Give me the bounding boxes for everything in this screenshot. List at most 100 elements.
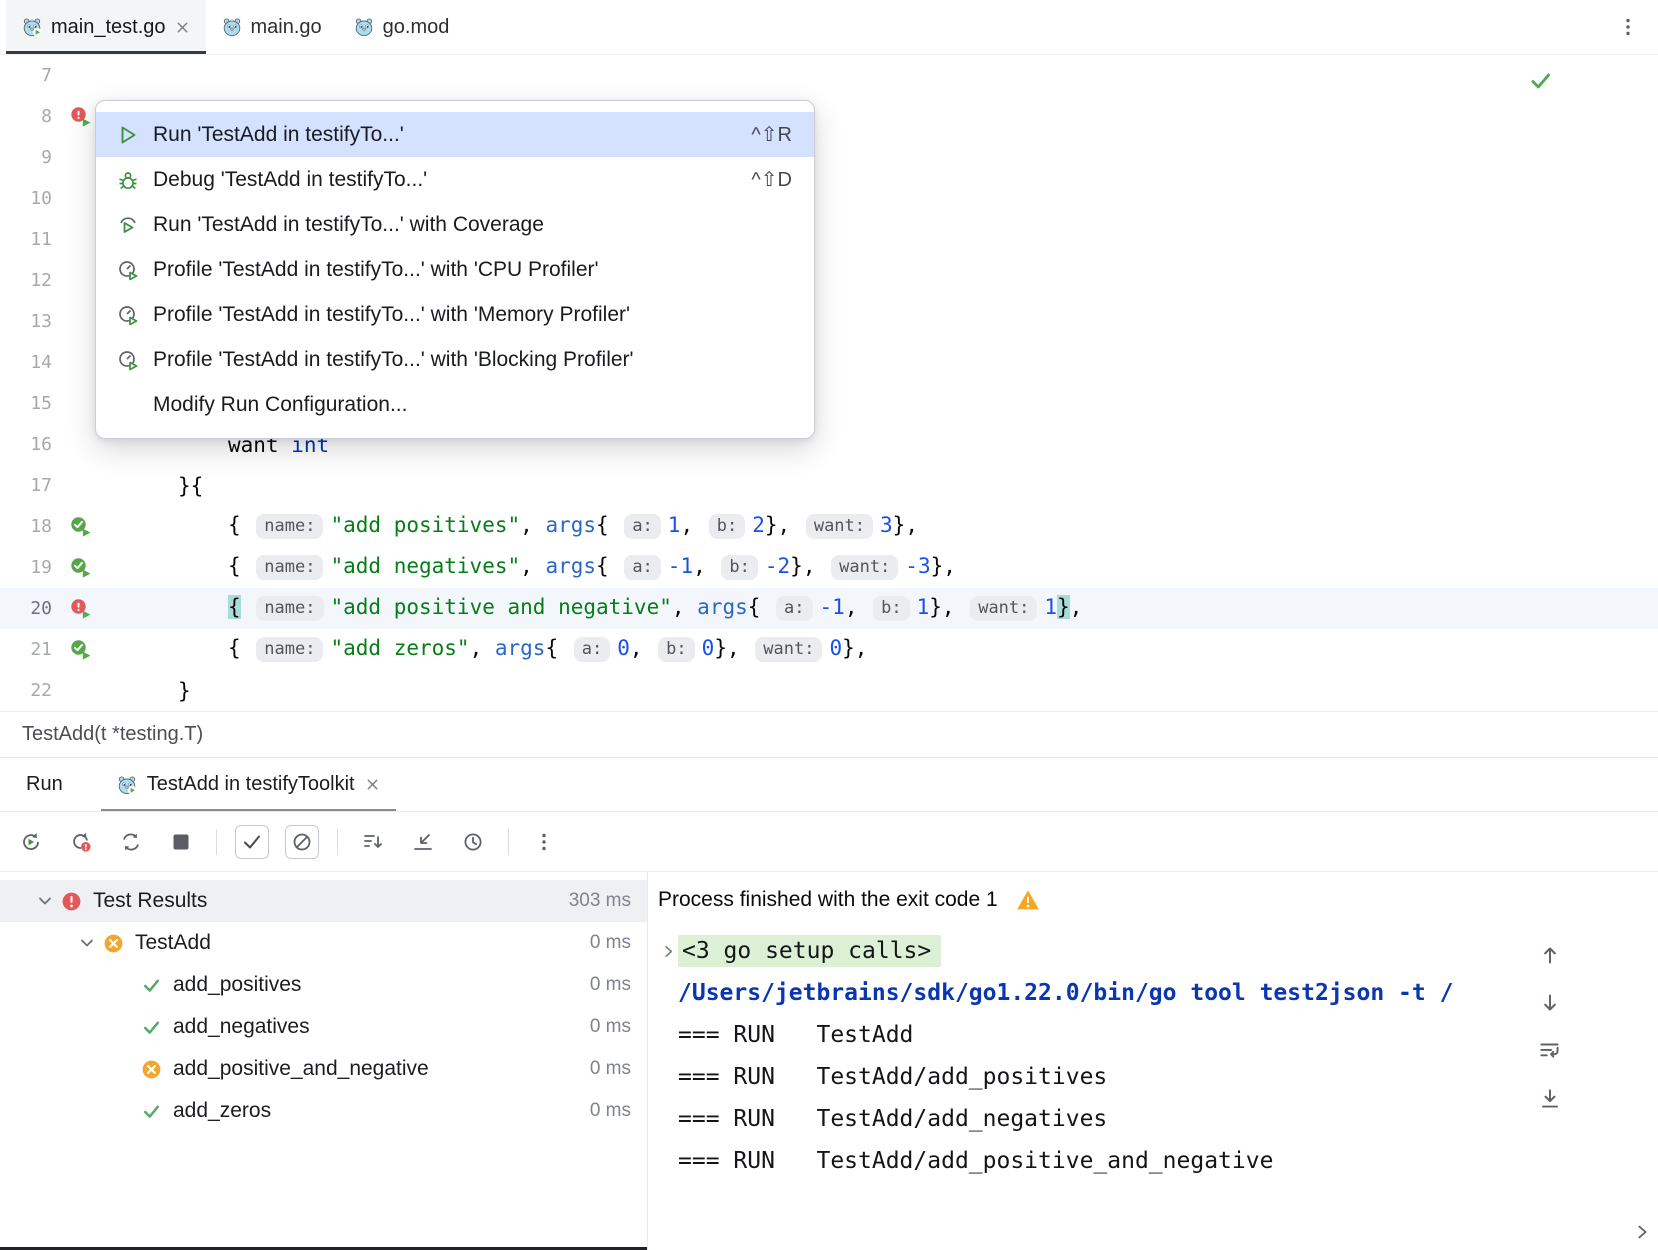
test-name: add_zeros	[173, 1099, 271, 1123]
show-passed-icon[interactable]	[235, 825, 269, 859]
code-token: want:	[970, 596, 1037, 620]
debug-icon	[116, 168, 140, 192]
test-duration: 0 ms	[590, 974, 631, 996]
breadcrumb[interactable]: TestAdd(t *testing.T)	[0, 711, 1658, 757]
chevron-down-icon[interactable]	[34, 890, 56, 912]
soft-wrap-icon[interactable]	[1537, 1038, 1563, 1064]
scroll-to-end-icon[interactable]	[1537, 1086, 1563, 1112]
test-tree-row-add_positive_and_negative[interactable]: add_positive_and_negative 0 ms	[0, 1048, 647, 1090]
code-token: {	[748, 595, 773, 619]
editor-tabs-more-icon[interactable]	[1598, 0, 1658, 54]
console-text: === RUN TestAdd/add_negatives	[678, 1106, 1107, 1132]
console-line: === RUN TestAdd/add_negatives	[658, 1098, 1658, 1140]
run-passed-icon[interactable]	[70, 557, 92, 579]
editor-line-20: 20{ name:"add positive and negative", ar…	[0, 588, 1658, 629]
menu-item-label: Profile 'TestAdd in testifyTo...' with '…	[153, 303, 630, 327]
show-ignored-icon[interactable]	[285, 825, 319, 859]
rerun-failed-icon[interactable]	[64, 825, 98, 859]
code-token: 1	[917, 595, 930, 619]
code-text: }{	[104, 474, 203, 498]
run-failed-icon[interactable]	[70, 106, 92, 128]
line-number: 7	[0, 65, 58, 86]
more-vertical-icon[interactable]	[527, 825, 561, 859]
code-token: b:	[721, 555, 757, 579]
test-duration: 0 ms	[590, 1058, 631, 1080]
inspections-ok-icon[interactable]	[1528, 68, 1554, 94]
code-token: b:	[658, 637, 694, 661]
menu-item[interactable]: Run 'TestAdd in testifyTo...' with Cover…	[96, 202, 814, 247]
console[interactable]: Process finished with the exit code 1 <3…	[648, 872, 1658, 1250]
chevron-right-icon[interactable]	[1632, 1222, 1652, 1242]
test-tree-row-Test Results[interactable]: Test Results303 ms	[0, 880, 647, 922]
menu-item-label: Modify Run Configuration...	[153, 393, 407, 417]
code-token: -2	[765, 554, 790, 578]
editor[interactable]: 78func TestAdd(t *testing.T) {9101112131…	[0, 55, 1658, 711]
go-test-file-icon	[22, 17, 42, 37]
code-token: {	[545, 636, 570, 660]
line-number: 17	[0, 475, 58, 496]
collapse-icon[interactable]	[406, 825, 440, 859]
close-tab-icon[interactable]	[365, 777, 380, 792]
code-token: {	[596, 554, 621, 578]
failed-icon	[102, 932, 124, 954]
tab-label: main_test.go	[51, 16, 166, 39]
chevron-down-icon[interactable]	[76, 932, 98, 954]
menu-item[interactable]: Run 'TestAdd in testifyTo...' ^⇧R	[96, 112, 814, 157]
console-scroll-buttons	[1537, 942, 1563, 1112]
scroll-up-icon[interactable]	[1537, 942, 1563, 968]
console-text: === RUN TestAdd	[678, 1022, 913, 1048]
history-icon[interactable]	[456, 825, 490, 859]
menu-item[interactable]: Debug 'TestAdd in testifyTo...'^⇧D	[96, 157, 814, 202]
console-text: === RUN TestAdd/add_positives	[678, 1064, 1107, 1090]
menu-item[interactable]: Profile 'TestAdd in testifyTo...' with '…	[96, 292, 814, 337]
test-tree-row-add_positives[interactable]: add_positives0 ms	[0, 964, 647, 1006]
code-token: a:	[624, 514, 660, 538]
menu-item[interactable]: Modify Run Configuration...	[96, 382, 814, 427]
fold-chevron-icon[interactable]	[658, 944, 678, 959]
menu-shortcut: ^⇧R	[751, 122, 792, 147]
run-tab[interactable]: TestAdd in testifyToolkit	[101, 758, 396, 811]
rerun-icon[interactable]	[14, 825, 48, 859]
tab-main_test.go[interactable]: main_test.go	[6, 0, 206, 54]
sort-lines-icon[interactable]	[356, 825, 390, 859]
menu-item-label: Debug 'TestAdd in testifyTo...'	[153, 168, 427, 192]
passed-icon	[140, 1016, 162, 1038]
tab-go.mod[interactable]: go.mod	[338, 0, 466, 54]
scroll-down-icon[interactable]	[1537, 990, 1563, 1016]
test-tree-row-add_negatives[interactable]: add_negatives0 ms	[0, 1006, 647, 1048]
menu-item[interactable]: Profile 'TestAdd in testifyTo...' with '…	[96, 337, 814, 382]
code-token: 3	[880, 513, 893, 537]
run-failed-icon[interactable]	[70, 598, 92, 620]
go-file-icon	[222, 17, 242, 37]
console-line: /Users/jetbrains/sdk/go1.22.0/bin/go too…	[658, 972, 1658, 1014]
run-passed-icon[interactable]	[70, 639, 92, 661]
editor-tabs: main_test.go main.gogo.mod	[6, 0, 465, 54]
toggle-auto-test-icon[interactable]	[114, 825, 148, 859]
coverage-icon	[116, 213, 140, 237]
run-toolwindow-title[interactable]: Run	[0, 758, 89, 811]
code-token: args	[545, 513, 596, 537]
code-token: args	[545, 554, 596, 578]
stop-icon[interactable]	[164, 825, 198, 859]
run-toolwindow-header: Run TestAdd in testifyToolkit	[0, 757, 1658, 812]
menu-item-label: Run 'TestAdd in testifyTo...'	[153, 123, 404, 147]
menu-item[interactable]: Profile 'TestAdd in testifyTo...' with '…	[96, 247, 814, 292]
test-name: add_positive_and_negative	[173, 1057, 429, 1081]
go-mod-icon	[354, 17, 374, 37]
run-icon	[116, 123, 140, 147]
menu-item-label: Profile 'TestAdd in testifyTo...' with '…	[153, 348, 634, 372]
tab-main.go[interactable]: main.go	[206, 0, 338, 54]
code-token: },	[893, 513, 918, 537]
code-token: want:	[755, 637, 822, 661]
editor-line-22: 22}	[0, 670, 1658, 711]
profiler-icon	[116, 348, 140, 372]
run-toolbar	[0, 812, 1658, 872]
close-tab-icon[interactable]	[175, 20, 190, 35]
code-token: 1	[1044, 595, 1057, 619]
line-number: 19	[0, 557, 58, 578]
editor-line-7: 7	[0, 55, 1658, 96]
test-tree-row-add_zeros[interactable]: add_zeros0 ms	[0, 1090, 647, 1132]
code-token: "add positive and negative"	[331, 595, 672, 619]
run-passed-icon[interactable]	[70, 516, 92, 538]
test-tree-row-TestAdd[interactable]: TestAdd0 ms	[0, 922, 647, 964]
